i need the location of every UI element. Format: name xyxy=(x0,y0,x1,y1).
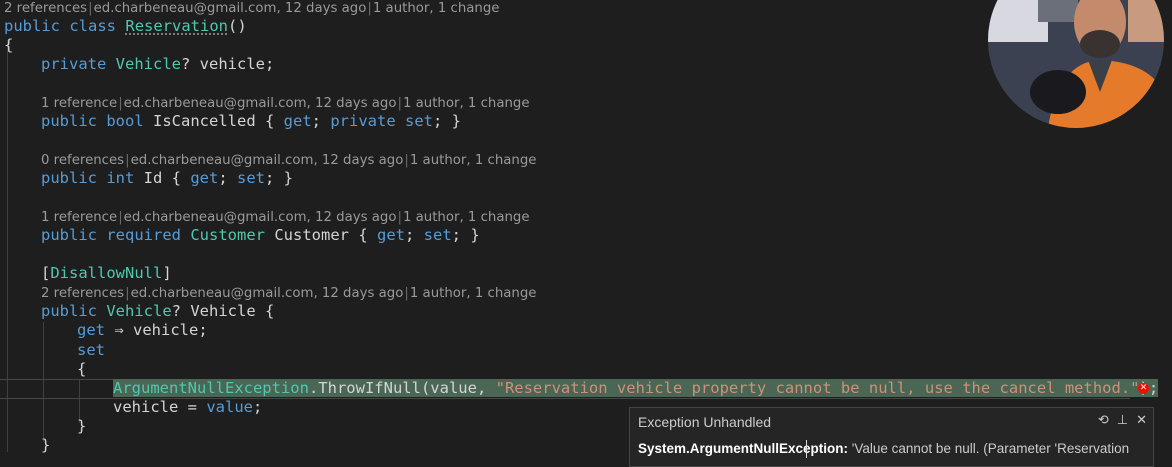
keyword: int xyxy=(106,169,135,187)
keyword: get xyxy=(283,112,312,130)
class-name[interactable]: Reservation xyxy=(125,17,228,35)
codelens-changes[interactable]: 1 author, 1 change xyxy=(410,153,537,168)
code-line-customer[interactable]: public required Customer Customer { get;… xyxy=(41,226,480,245)
keyword: public xyxy=(41,302,97,320)
punctuation: { xyxy=(358,226,377,244)
keyword: get xyxy=(190,169,219,187)
error-circle-icon[interactable]: ✕ xyxy=(1138,383,1149,394)
punctuation: { xyxy=(77,360,87,378)
type-name: Customer xyxy=(190,226,265,244)
keyword: required xyxy=(106,226,181,244)
exception-detail: 'Value cannot be null. (Parameter 'Reser… xyxy=(848,441,1130,456)
history-icon[interactable]: ⟲ xyxy=(1098,412,1109,428)
pin-icon[interactable]: ⊥ xyxy=(1117,412,1128,428)
code-line-id[interactable]: public int Id { get; set; } xyxy=(41,169,293,188)
punctuation: } xyxy=(77,417,87,435)
code-line-class-declaration[interactable]: public class Reservation() xyxy=(4,17,247,36)
code-line-vehicle-property[interactable]: public Vehicle? Vehicle { xyxy=(41,302,274,321)
close-icon[interactable]: ✕ xyxy=(1136,412,1147,428)
codelens-references[interactable]: 2 references xyxy=(41,286,124,301)
mouse-cursor xyxy=(806,440,807,458)
property-name: Id xyxy=(134,169,172,187)
punctuation: ; } xyxy=(451,226,480,244)
keyword: private xyxy=(330,112,396,130)
codelens-references[interactable]: 0 references xyxy=(41,153,124,168)
type-name: Vehicle xyxy=(115,55,181,73)
code-line-inner-open[interactable]: { xyxy=(77,360,86,379)
assignment-lhs: vehicle = xyxy=(113,398,207,416)
codelens-references[interactable]: 1 reference xyxy=(41,96,117,111)
punctuation: { xyxy=(171,169,191,187)
codelens-id[interactable]: 0 references|ed.charbeneau@gmail.com, 12… xyxy=(41,152,536,169)
field-declaration: ? vehicle; xyxy=(181,55,275,73)
code-line-iscancelled[interactable]: public bool IsCancelled { get; private s… xyxy=(41,112,461,131)
exception-popup-title: Exception Unhandled xyxy=(638,414,772,430)
exception-message: System.ArgumentNullException: 'Value can… xyxy=(638,441,1129,456)
keyword: public xyxy=(41,226,97,244)
code-line-throw[interactable]: ArgumentNullException.ThrowIfNull(value,… xyxy=(113,379,1159,398)
punctuation: ] xyxy=(162,264,172,282)
codelens-iscancelled[interactable]: 1 reference|ed.charbeneau@gmail.com, 12 … xyxy=(41,95,530,112)
code-line-inner-close[interactable]: } xyxy=(77,417,86,436)
codelens-references[interactable]: 2 references xyxy=(4,1,87,16)
exception-popup[interactable]: Exception Unhandled ⟲ ⊥ ✕ System.ArgumentN… xyxy=(629,407,1154,467)
keyword: public xyxy=(4,17,60,35)
code-line-setter[interactable]: set xyxy=(77,341,105,360)
code-line-field[interactable]: private Vehicle? vehicle; xyxy=(41,55,274,74)
codelens-author[interactable]: ed.charbeneau@gmail.com, 12 days ago xyxy=(94,1,367,16)
codelens-changes[interactable]: 1 author, 1 change xyxy=(403,96,530,111)
code-line-getter[interactable]: get ⇒ vehicle; xyxy=(77,321,208,340)
keyword: set xyxy=(237,169,266,187)
getter-body: ⇒ vehicle; xyxy=(105,321,208,339)
punctuation: { xyxy=(265,112,284,130)
punctuation: ; xyxy=(405,226,424,244)
string-literal: "Reservation vehicle property cannot be … xyxy=(495,379,1140,397)
attribute-name: DisallowNull xyxy=(50,264,163,282)
exception-type: System.ArgumentNullException: xyxy=(638,441,849,456)
property-name: Customer xyxy=(265,226,359,244)
punctuation: ; xyxy=(253,398,263,416)
code-line-attribute[interactable]: [DisallowNull] xyxy=(41,264,172,283)
codelens-changes[interactable]: 1 author, 1 change xyxy=(403,210,530,225)
codelens-class[interactable]: 2 references|ed.charbeneau@gmail.com, 12… xyxy=(4,0,499,17)
codelens-references[interactable]: 1 reference xyxy=(41,210,117,225)
keyword: set xyxy=(77,341,105,359)
code-line-outer-close[interactable]: } xyxy=(41,436,50,455)
codelens-author[interactable]: ed.charbeneau@gmail.com, 12 days ago xyxy=(131,153,404,168)
codelens-changes[interactable]: 1 author, 1 change xyxy=(373,1,500,16)
keyword: bool xyxy=(106,112,144,130)
exception-popup-toolbar: ⟲ ⊥ ✕ xyxy=(1090,412,1147,428)
keyword: class xyxy=(69,17,117,35)
punctuation: ; } xyxy=(433,112,462,130)
keyword: value xyxy=(206,398,253,416)
punctuation: ; } xyxy=(265,169,294,187)
code-line-open-brace[interactable]: { xyxy=(4,36,13,55)
keyword: set xyxy=(423,226,452,244)
keyword: private xyxy=(41,55,107,73)
keyword: set xyxy=(405,112,434,130)
punctuation: { xyxy=(4,36,14,54)
punctuation: } xyxy=(41,436,51,454)
punctuation: ; xyxy=(218,169,238,187)
property-declaration: ? Vehicle { xyxy=(171,302,275,320)
property-name: IsCancelled xyxy=(143,112,265,130)
codelens-vehicle[interactable]: 2 references|ed.charbeneau@gmail.com, 12… xyxy=(41,285,536,302)
keyword: get xyxy=(377,226,405,244)
keyword: get xyxy=(77,321,105,339)
type-name: Vehicle xyxy=(106,302,172,320)
codelens-author[interactable]: ed.charbeneau@gmail.com, 12 days ago xyxy=(124,210,397,225)
codelens-customer[interactable]: 1 reference|ed.charbeneau@gmail.com, 12 … xyxy=(41,209,530,226)
type-name: ArgumentNullException xyxy=(113,379,309,397)
keyword: public xyxy=(41,112,97,130)
punctuation: [ xyxy=(41,264,51,282)
punctuation: () xyxy=(228,17,247,35)
keyword: public xyxy=(41,169,97,187)
code-line-assignment[interactable]: vehicle = value; xyxy=(113,398,262,417)
codelens-author[interactable]: ed.charbeneau@gmail.com, 12 days ago xyxy=(124,96,397,111)
method-call: .ThrowIfNull(value, xyxy=(308,379,496,397)
punctuation: ; xyxy=(311,112,331,130)
codelens-author[interactable]: ed.charbeneau@gmail.com, 12 days ago xyxy=(131,286,404,301)
codelens-changes[interactable]: 1 author, 1 change xyxy=(410,286,537,301)
